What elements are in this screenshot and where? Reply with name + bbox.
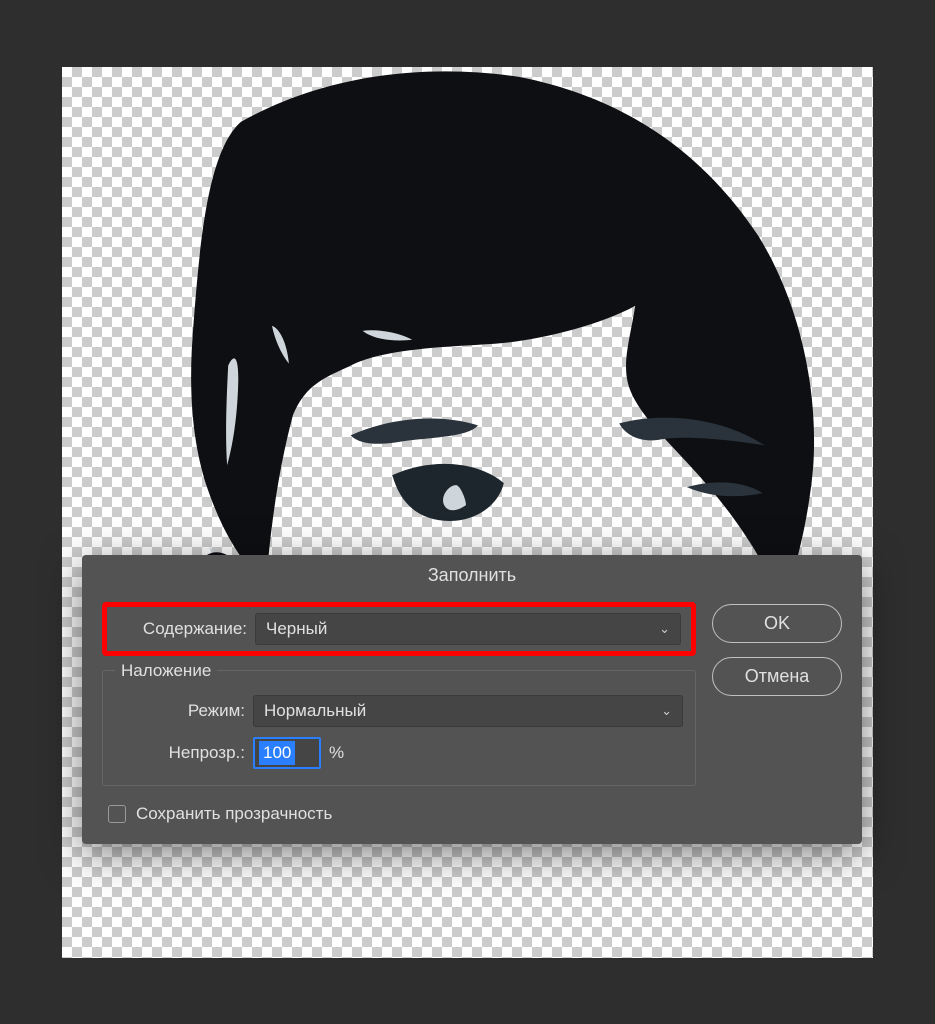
- preserve-transparency-checkbox[interactable]: [108, 805, 126, 823]
- opacity-input[interactable]: 100: [253, 737, 321, 769]
- overlay-legend: Наложение: [115, 661, 217, 681]
- content-select-value: Черный: [266, 619, 327, 639]
- mode-label: Режим:: [115, 701, 245, 721]
- opacity-value: 100: [259, 741, 295, 765]
- fill-dialog: Заполнить Содержание: Черный ⌄ Наложение…: [82, 555, 862, 844]
- content-row-highlight: Содержание: Черный ⌄: [102, 602, 696, 656]
- chevron-down-icon: ⌄: [659, 621, 670, 637]
- dialog-title: Заполнить: [82, 555, 862, 596]
- chevron-down-icon: ⌄: [661, 703, 672, 719]
- content-label: Содержание:: [117, 619, 247, 639]
- opacity-label: Непрозр.:: [115, 743, 245, 763]
- content-select[interactable]: Черный ⌄: [255, 613, 681, 645]
- cancel-button[interactable]: Отмена: [712, 657, 842, 696]
- canvas-document[interactable]: Заполнить Содержание: Черный ⌄ Наложение…: [60, 65, 875, 960]
- preserve-transparency-label: Сохранить прозрачность: [136, 804, 332, 824]
- mode-select-value: Нормальный: [264, 701, 366, 721]
- overlay-fieldset: Наложение Режим: Нормальный ⌄ Непрозр.: …: [102, 670, 696, 786]
- ok-button[interactable]: OK: [712, 604, 842, 643]
- opacity-unit: %: [329, 743, 344, 763]
- mode-select[interactable]: Нормальный ⌄: [253, 695, 683, 727]
